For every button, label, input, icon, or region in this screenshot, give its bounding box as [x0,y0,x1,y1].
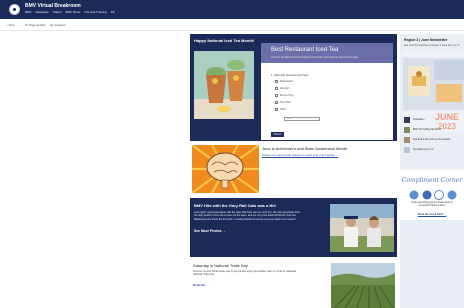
survey-option[interactable]: Burger King [275,94,294,97]
survey-option[interactable]: Other [275,108,287,111]
newsletter-month: JUNE [435,112,459,122]
new-button[interactable]: + New [6,23,15,27]
trail-vineyard-image [331,263,395,308]
command-bar: + New ⚙ Page details ▥ Analytics [0,19,464,31]
iced-tea-hero: Happy National Iced Tea Month! Best Rest… [190,34,397,141]
nav-item-info-training[interactable]: Info and Training [84,10,106,14]
checkbox-icon[interactable] [275,108,278,111]
survey-option-label: Burger King [280,94,294,97]
compliment-corner-title: Compliment Corner [401,177,463,184]
thumbnail-image [404,136,410,143]
newsletter-heading: Region 2 | June Newsletter [404,38,448,42]
bmv-logo-icon[interactable] [9,4,20,15]
newsletter-link-label: Sheridan's just 2 pix [413,148,434,151]
compliment-text: Have something good to share about a co-… [400,201,464,207]
rail-cats-section: BMV Hits with the Gary Rail Cats was a H… [190,198,397,257]
checkbox-icon[interactable] [275,80,278,83]
brain-awareness-title: June is Alzheimer's and Brain Awareness … [262,146,348,151]
newsletter-subheading: See what the branches in Region 2 have b… [404,44,460,47]
rail-cats-title: BMV Hits with the Gary Rail Cats was a H… [194,203,277,208]
compliment-corner-card: Compliment Corner Have something good to… [400,170,464,220]
thumbnail-image [404,126,410,133]
thumbs-up-icon [447,190,457,200]
survey-subtitle: In honor of National Iced Tea Month tell… [271,56,359,59]
compliment-text-line: co-worker? Share it here! [418,204,446,208]
star-icon [422,190,432,200]
survey-header: Best Restaurant Iced Tea In honor of Nat… [261,43,393,63]
read-on-link[interactable]: Read On → [193,283,209,287]
read-good-stuff-link[interactable]: Read the Good Stuff → [400,213,464,216]
thumbnail-image [404,116,410,123]
rail-cats-body: Last night's sponsored game with the Gar… [194,211,324,221]
site-title[interactable]: BMV Virtual Breakroom [25,3,81,9]
page-details-label: Page details [28,23,46,27]
brain-teasers-link[interactable]: Check out some brain teasers to start yo… [262,153,338,157]
site-navigation: BMV Statewide Teams BMV News Info and Tr… [25,10,115,14]
heart-icon [409,190,419,200]
checkbox-icon[interactable] [275,101,278,104]
analytics-label: Analytics [53,23,66,27]
gear-icon: ⚙ [25,23,28,27]
survey-form: Best Restaurant Iced Tea In honor of Nat… [261,43,393,140]
newsletter-link-row[interactable]: Sheridan's just 2 pix [404,146,433,153]
iced-tea-image [194,51,254,119]
chart-icon: ▥ [50,23,53,27]
survey-option[interactable]: Taco Bell [275,101,291,104]
page-details-button[interactable]: ⚙ Page details [25,23,45,27]
survey-option[interactable]: Wendy's [275,87,290,90]
rail-cats-photo [330,204,394,252]
newsletter-link-label: Deerfield & Plymouth on the Outside [413,138,451,141]
newsletter-link-label: Graduation [413,118,425,121]
top-navigation-bar: BMV Virtual Breakroom BMV Statewide Team… [0,0,464,19]
trails-day-title: Saturday is National Trails Day [193,263,248,268]
survey-option-label: Wendy's [280,87,290,90]
nav-item-ink[interactable]: Ink [111,10,115,14]
thumbnail-image [404,146,410,153]
survey-question: 1. Who has the best iced Tea? [271,73,309,77]
nav-item-statewide[interactable]: Statewide [36,10,49,14]
newsletter-link-row[interactable]: Deerfield & Plymouth on the Outside [404,136,450,143]
nav-item-bmv[interactable]: BMV [25,10,32,14]
nav-item-teams[interactable]: Teams [53,10,62,14]
analytics-button[interactable]: ▥ Analytics [50,23,66,27]
survey-option-label: McDonalds [280,80,293,83]
survey-title: Best Restaurant Iced Tea [271,47,339,53]
other-answer-input[interactable]: Other [284,117,320,121]
survey-option-label: Taco Bell [280,101,291,104]
award-icon [434,190,444,200]
newsletter-link-row[interactable]: BMV Fall Holiday Members [404,126,441,133]
newsletter-link-row[interactable]: Graduation [404,116,424,123]
see-more-photos-link[interactable]: See More Photos → [194,229,226,233]
submit-button[interactable]: Submit [271,132,284,137]
trails-body-line: National Trails Day. [193,273,215,277]
new-button-label: + New [6,23,15,27]
survey-option[interactable]: McDonalds [275,80,293,83]
trails-day-body: Summer is here! What better way to get o… [193,270,321,277]
right-sidebar: Region 2 | June Newsletter See what the … [400,34,464,308]
brain-image [192,145,259,193]
checkbox-icon[interactable] [275,87,278,90]
checkbox-icon[interactable] [275,94,278,97]
nav-item-bmv-news[interactable]: BMV News [66,10,81,14]
compliment-icons [409,187,457,200]
hero-title: Happy National Iced Tea Month! [194,38,255,43]
newsletter-link-label: BMV Fall Holiday Members [413,128,441,131]
rail-cats-body-line: Marketing team threw the first pitch. Lo… [194,217,296,221]
survey-option-label: Other [280,108,287,111]
